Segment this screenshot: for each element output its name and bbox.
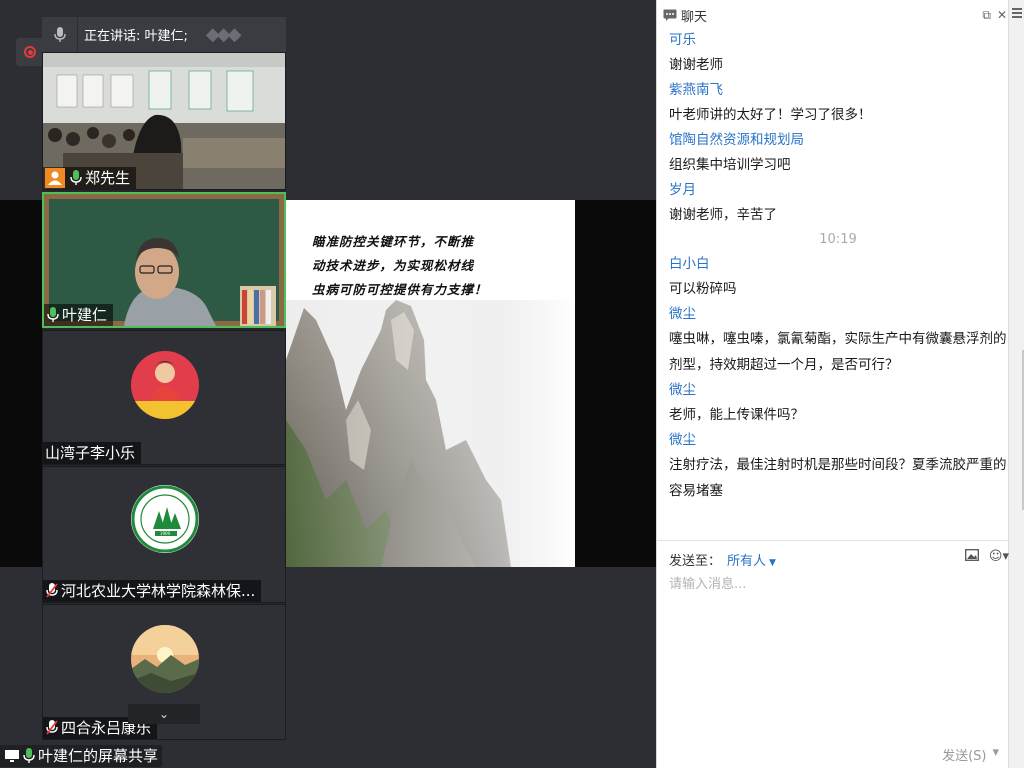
microphone-muted-icon (46, 583, 58, 598)
participant-tile-active[interactable]: 叶建仁 (42, 192, 286, 328)
chat-panel: 聊天 ⧉ ✕ 可乐谢谢老师紫燕南飞叶老师讲的太好了！学习了很多！ 馆陶自然资源和规… (656, 0, 1024, 768)
participant-tile[interactable]: 郑先生 (42, 52, 286, 190)
svg-text:1909: 1909 (160, 531, 171, 536)
meeting-window: 瞄准防控关键环节，不断推 动技术进步，为实现松材线 虫病可防可控提供有力支撑！ (0, 0, 1024, 768)
participant-name-bar: 山湾子李小乐 (43, 442, 142, 464)
message-text: 噻虫啉，噻虫嗪，氯氰菊酯，实际生产中有微囊悬浮剂的剂型，持效期超过一个月，是否可… (669, 331, 1007, 373)
composer-tools: ☺▾ (964, 549, 1009, 565)
microphone-icon[interactable] (42, 17, 78, 52)
microphone-muted-icon (46, 720, 58, 735)
message-text: 谢谢老师 (669, 57, 723, 73)
message-sender[interactable]: 馆陶自然资源和规划局 (669, 128, 1019, 152)
chat-header: 聊天 ⧉ ✕ (657, 0, 1009, 30)
message-text: 老师，能上传课件吗？ (669, 407, 804, 423)
microphone-icon (47, 307, 59, 322)
avatar (131, 625, 199, 693)
record-icon (24, 46, 36, 58)
slide-text: 瞄准防控关键环节，不断推 动技术进步，为实现松材线 虫病可防可控提供有力支撑！ (312, 230, 542, 302)
message-sender[interactable]: 微尘 (669, 302, 1019, 326)
participant-name: 叶建仁 (62, 306, 108, 324)
send-label: 发送(S) (942, 749, 987, 764)
slide-line: 虫病可防可控提供有力支撑！ (312, 282, 488, 297)
screen-share-label: 叶建仁的屏幕共享 (0, 745, 163, 767)
message-sender[interactable]: 岁月 (669, 178, 1019, 202)
send-to-target[interactable]: 所有人 (727, 554, 766, 569)
message-sender[interactable]: 紫燕南飞 (669, 78, 1019, 102)
image-icon[interactable] (964, 549, 979, 565)
scroll-down-button[interactable]: ⌄ (128, 704, 200, 724)
screen-share-owner: 叶建仁的屏幕共享 (38, 747, 159, 765)
message-text: 注射疗法，最佳注射时机是那些时间段？夏季流胶严重的容易堵塞 (669, 457, 1007, 499)
message-input[interactable] (669, 573, 999, 723)
speaking-label: 正在讲话: 叶建仁; (84, 29, 188, 44)
slide-line: 动技术进步，为实现松材线 (312, 258, 475, 273)
popout-icon[interactable]: ⧉ (982, 8, 991, 23)
participant-name-bar: 河北农业大学林学院森林保... (43, 580, 262, 602)
microphone-icon (23, 748, 35, 763)
host-icon (45, 168, 65, 188)
message-sender[interactable]: 可乐 (669, 28, 1019, 52)
speaking-indicator: 正在讲话: 叶建仁; ◆◆◆ (42, 17, 286, 52)
chat-window-controls: ⧉ ✕ (982, 8, 1007, 23)
chevron-down-icon: ⌄ (158, 707, 170, 721)
message-sender[interactable]: 白小白 (669, 252, 1019, 276)
send-to-selector[interactable]: 发送至： 所有人 ▼ (669, 550, 776, 569)
participant-name: 河北农业大学林学院森林保... (61, 582, 256, 600)
chat-title: 聊天 (681, 9, 708, 25)
diamond-pattern-icon: ◆◆◆ (205, 24, 241, 45)
message-text: 可以粉碎吗 (669, 281, 737, 297)
record-button[interactable] (16, 38, 44, 66)
mountain-image (286, 300, 575, 567)
message-text: 组织集中培训学习吧 (669, 157, 791, 173)
avatar (131, 351, 199, 419)
send-button[interactable]: 发送(S) ▾ (942, 745, 999, 764)
message-sender[interactable]: 微尘 (669, 378, 1019, 402)
menu-icon[interactable] (1012, 8, 1022, 20)
caret-down-icon: ▼ (769, 558, 776, 568)
chat-icon (663, 9, 677, 21)
send-to-label: 发送至： (669, 554, 722, 569)
chat-message-list[interactable]: 可乐谢谢老师紫燕南飞叶老师讲的太好了！学习了很多！ 馆陶自然资源和规划局组织集中培… (669, 28, 1019, 504)
participant-name: 山湾子李小乐 (45, 444, 136, 462)
emoji-icon[interactable]: ☺▾ (989, 549, 1009, 565)
microphone-icon (70, 170, 82, 185)
meeting-stage: 瞄准防控关键环节，不断推 动技术进步，为实现松材线 虫病可防可控提供有力支撑！ (0, 0, 656, 768)
participant-name-bar: 郑先生 (43, 167, 137, 189)
participant-tile[interactable]: 山湾子李小乐 (42, 330, 286, 465)
shared-slide: 瞄准防控关键环节，不断推 动技术进步，为实现松材线 虫病可防可控提供有力支撑！ (286, 200, 575, 567)
participant-name-bar: 叶建仁 (44, 304, 114, 326)
participant-name: 郑先生 (85, 169, 131, 187)
message-text: 叶老师讲的太好了！学习了很多！ (669, 107, 872, 123)
screen-share-icon (5, 750, 19, 762)
forestry-college-logo: 1909 (131, 485, 199, 553)
chat-composer: 发送至： 所有人▼ ☺▾ 发送(S) ▾ (657, 540, 1009, 768)
message-timestamp: 10:19 (819, 232, 857, 247)
participant-video-list: 郑先生 叶建仁 山湾子李小乐 1909 河北农业大学林学院森林保... 四合永吕… (42, 52, 286, 740)
message-sender[interactable]: 微尘 (669, 428, 1019, 452)
slide-line: 瞄准防控关键环节，不断推 (312, 234, 475, 249)
participant-tile[interactable]: 1909 河北农业大学林学院森林保... (42, 466, 286, 603)
caret-down-icon: ▾ (992, 745, 999, 760)
message-text: 谢谢老师，辛苦了 (669, 207, 777, 223)
close-icon[interactable]: ✕ (997, 8, 1007, 23)
